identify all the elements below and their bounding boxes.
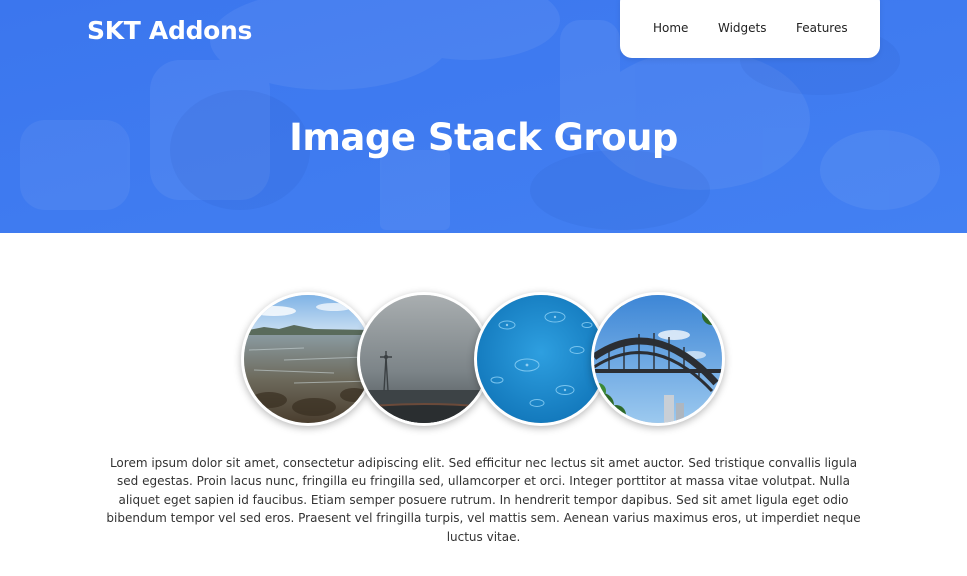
- site-logo[interactable]: SKT Addons: [87, 14, 252, 48]
- nav-link-widgets[interactable]: Widgets: [718, 18, 767, 38]
- nav-link-home[interactable]: Home: [653, 18, 688, 38]
- image-stack-group: [241, 292, 727, 428]
- bridge-photo: [594, 295, 722, 423]
- stack-image-foggy-field[interactable]: [357, 292, 491, 426]
- water-ripples-photo: [477, 295, 605, 423]
- foggy-field-photo: [360, 295, 488, 423]
- nav-link-features[interactable]: Features: [796, 18, 848, 38]
- description-paragraph: Lorem ipsum dolor sit amet, consectetur …: [106, 456, 861, 544]
- main-navigation: Home Widgets Features: [620, 0, 880, 58]
- stack-image-water-ripples[interactable]: [474, 292, 608, 426]
- page-title: Image Stack Group: [289, 116, 678, 159]
- hero-banner: SKT Addons Home Widgets Features Image S…: [0, 0, 967, 233]
- stack-image-bridge[interactable]: [591, 292, 725, 426]
- stack-image-shoreline[interactable]: [241, 292, 375, 426]
- shoreline-photo: [244, 295, 372, 423]
